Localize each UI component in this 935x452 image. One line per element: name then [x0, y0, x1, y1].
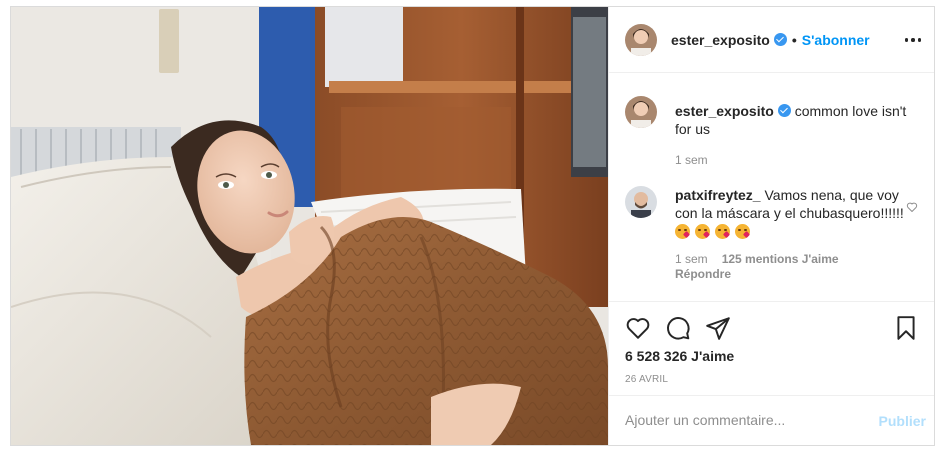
- comment-bubble-icon[interactable]: [665, 315, 691, 344]
- comment-username[interactable]: patxifreytez_: [675, 187, 761, 203]
- heart-outline-icon[interactable]: [625, 315, 651, 344]
- add-comment-input[interactable]: [625, 412, 855, 428]
- post-date[interactable]: 26 AVRIL: [625, 374, 668, 385]
- post-photo[interactable]: [11, 7, 608, 445]
- post-photo-image: [11, 7, 608, 445]
- caption-body: ester_exposito common love isn't for us: [675, 96, 918, 138]
- comment-likes[interactable]: 125 mentions J'aime: [722, 252, 839, 266]
- face-blowing-kiss-icon: [735, 224, 750, 239]
- author-username[interactable]: ester_exposito: [671, 32, 770, 48]
- more-options-icon[interactable]: [902, 29, 924, 51]
- face-blowing-kiss-icon: [675, 224, 690, 239]
- face-blowing-kiss-icon: [695, 224, 710, 239]
- comment-item: patxifreytez_ Vamos nena, que voy con la…: [625, 186, 918, 281]
- comment-body: patxifreytez_ Vamos nena, que voy con la…: [675, 186, 918, 240]
- reply-button[interactable]: Répondre: [675, 267, 918, 281]
- publish-button[interactable]: Publier: [879, 413, 926, 429]
- author-avatar[interactable]: [625, 23, 657, 56]
- bookmark-icon[interactable]: [893, 315, 919, 344]
- comment-age[interactable]: 1 sem: [675, 252, 708, 266]
- comment-like-heart-icon[interactable]: [906, 200, 918, 216]
- post-header: ester_exposito • S'abonner: [609, 7, 934, 73]
- commenter-avatar[interactable]: [625, 186, 657, 218]
- instagram-post: ester_exposito • S'abonner ester_exposit…: [10, 6, 935, 446]
- likes-count[interactable]: 6 528 326 J'aime: [625, 348, 734, 364]
- add-comment-row: Publier: [609, 395, 934, 445]
- action-bar: [625, 315, 919, 341]
- paper-plane-icon[interactable]: [705, 315, 731, 344]
- caption-meta: 1 sem: [675, 153, 918, 167]
- header-separator: •: [791, 31, 797, 48]
- post-side-panel: ester_exposito • S'abonner ester_exposit…: [608, 7, 934, 445]
- caption-author-avatar[interactable]: [625, 96, 657, 128]
- caption-age[interactable]: 1 sem: [675, 153, 708, 167]
- post-caption: ester_exposito common love isn't for us …: [625, 96, 918, 167]
- comments-section[interactable]: ester_exposito common love isn't for us …: [609, 74, 934, 302]
- face-blowing-kiss-icon: [715, 224, 730, 239]
- follow-button[interactable]: S'abonner: [802, 32, 870, 48]
- verified-badge-icon: [777, 104, 791, 117]
- verified-badge-icon: [773, 33, 787, 46]
- caption-username[interactable]: ester_exposito: [675, 103, 774, 119]
- comment-meta: 1 sem 125 mentions J'aime: [675, 252, 918, 266]
